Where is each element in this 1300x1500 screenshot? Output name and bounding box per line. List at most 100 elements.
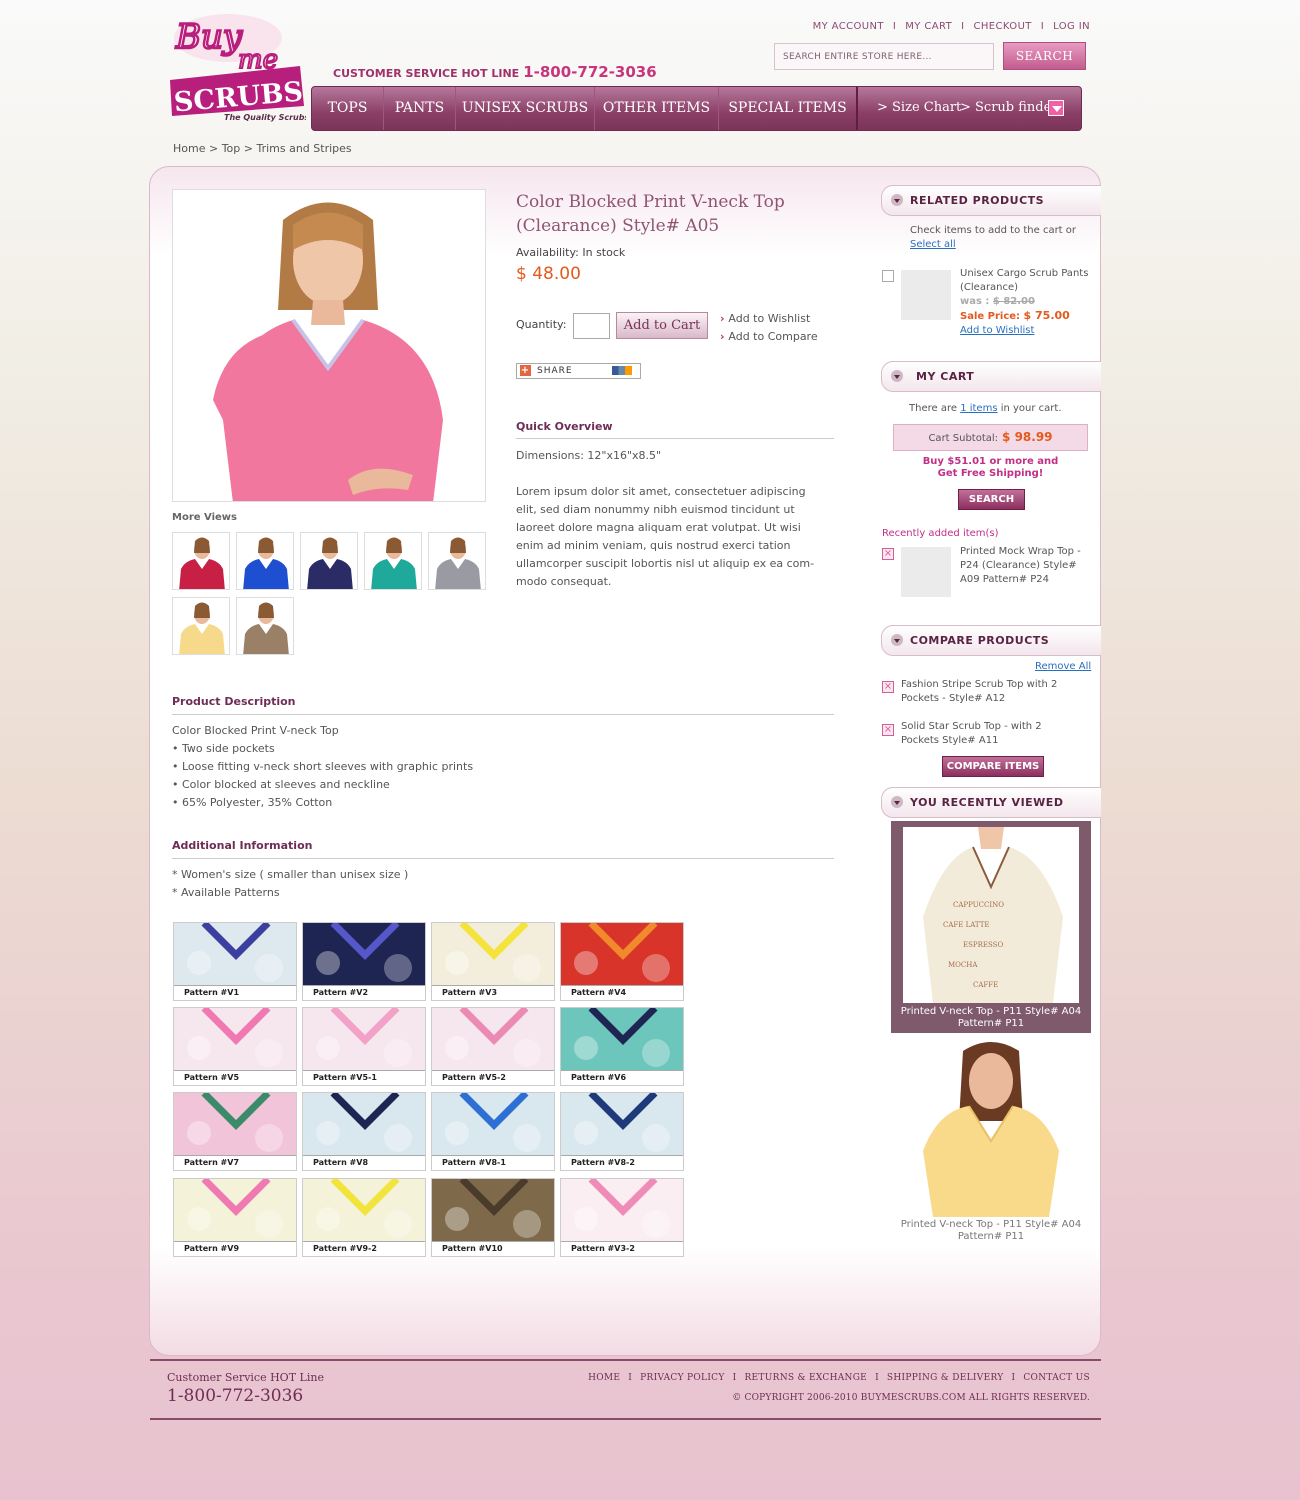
pattern-label: Pattern #V9-2 xyxy=(303,1241,425,1256)
pattern-swatch[interactable]: Pattern #V5-2 xyxy=(431,1007,555,1086)
recently-viewed-image[interactable] xyxy=(903,1041,1079,1217)
footer-returns-link[interactable]: RETURNS & EXCHANGE xyxy=(744,1373,867,1383)
related-intro: Check items to add to the cart or Select… xyxy=(910,224,1090,252)
remove-recent-icon[interactable]: × xyxy=(882,548,894,560)
recent-item-name[interactable]: Printed Mock Wrap Top - P24 (Clearance) … xyxy=(960,545,1090,587)
dropdown-arrow-icon[interactable] xyxy=(1048,100,1064,116)
select-all-link[interactable]: Select all xyxy=(910,239,956,250)
pattern-swatch[interactable]: Pattern #V6 xyxy=(560,1007,684,1086)
nav-other-items[interactable]: OTHER ITEMS xyxy=(595,87,719,130)
related-item-image[interactable] xyxy=(901,270,951,320)
nav-unisex-scrubs[interactable]: UNISEX SCRUBS xyxy=(456,87,595,130)
pattern-swatch[interactable]: Pattern #V2 xyxy=(302,922,426,1001)
pattern-label: Pattern #V6 xyxy=(561,1070,683,1085)
quick-overview-title: Quick Overview xyxy=(516,420,613,433)
recently-viewed-caption[interactable]: Printed V-neck Top - P11 Style# A04 Patt… xyxy=(891,1006,1091,1030)
quantity-label: Quantity: xyxy=(516,318,567,331)
pattern-swatch[interactable]: Pattern #V3 xyxy=(431,922,555,1001)
pattern-label: Pattern #V9 xyxy=(174,1241,296,1256)
footer-home-link[interactable]: HOME xyxy=(588,1373,620,1383)
size-chart-link[interactable]: > Size Chart xyxy=(877,87,961,130)
svg-text:CAFE LATTE: CAFE LATTE xyxy=(943,921,990,929)
was-label: was : xyxy=(960,296,990,307)
pattern-swatch[interactable]: Pattern #V10 xyxy=(431,1178,555,1257)
remove-all-link[interactable]: Remove All xyxy=(1035,661,1091,672)
compare-item[interactable]: Fashion Stripe Scrub Top with 2 Pockets … xyxy=(901,678,1081,706)
product-title: Color Blocked Print V-neck Top (Clearanc… xyxy=(516,192,785,236)
cart-text-post: in your cart. xyxy=(1000,403,1062,414)
description-list: Color Blocked Print V-neck Top • Two sid… xyxy=(172,722,473,812)
add-to-wishlist-link[interactable]: Add to Wishlist xyxy=(720,312,810,325)
compare-item[interactable]: Solid Star Scrub Top - with 2 Pockets St… xyxy=(901,720,1081,748)
share-label: SHARE xyxy=(537,366,573,376)
pattern-swatch[interactable]: Pattern #V8-2 xyxy=(560,1092,684,1171)
remove-compare-icon[interactable]: × xyxy=(882,724,894,736)
availability: Availability: In stock xyxy=(516,246,626,259)
pattern-swatch[interactable]: Pattern #V3-2 xyxy=(560,1178,684,1257)
divider xyxy=(516,438,834,439)
checkout-link[interactable]: CHECKOUT xyxy=(973,21,1031,32)
sale-price: $ 75.00 xyxy=(1023,309,1070,322)
recent-item-image[interactable] xyxy=(901,547,951,597)
compare-items-button[interactable]: COMPARE ITEMS xyxy=(942,756,1044,777)
add-to-cart-button[interactable]: Add to Cart xyxy=(616,312,708,339)
more-views-thumbnail[interactable] xyxy=(300,532,358,590)
recently-viewed-header: YOU RECENTLY VIEWED xyxy=(881,787,1101,818)
additional-info-title: Additional Information xyxy=(172,839,313,852)
my-cart-link[interactable]: MY CART xyxy=(905,21,952,32)
footer-shipping-link[interactable]: SHIPPING & DELIVERY xyxy=(887,1373,1004,1383)
add-to-compare-link[interactable]: Add to Compare xyxy=(720,330,817,343)
more-views-thumbnail[interactable] xyxy=(364,532,422,590)
search-input[interactable]: SEARCH ENTIRE STORE HERE... xyxy=(774,43,994,70)
pattern-swatch[interactable]: Pattern #V8 xyxy=(302,1092,426,1171)
log-in-link[interactable]: LOG IN xyxy=(1053,21,1090,32)
more-views-thumbnail[interactable] xyxy=(172,597,230,655)
recently-viewed-image[interactable]: CAPPUCCINO CAFE LATTE ESPRESSO MOCHA CAFFE xyxy=(903,827,1079,1003)
pattern-swatch[interactable]: Pattern #V4 xyxy=(560,922,684,1001)
footer-service-label: Customer Service HOT Line xyxy=(167,1371,324,1384)
hotline: CUSTOMER SERVICE HOT LINE 1-800-772-3036 xyxy=(333,63,657,81)
related-item-checkbox[interactable] xyxy=(882,270,894,282)
more-views-thumbnail[interactable] xyxy=(428,532,486,590)
my-cart-header: MY CART xyxy=(881,361,1101,392)
footer-contact-link[interactable]: CONTACT US xyxy=(1023,1373,1090,1383)
recently-viewed-caption[interactable]: Printed V-neck Top - P11 Style# A04 Patt… xyxy=(891,1219,1091,1243)
svg-text:CAPPUCCINO: CAPPUCCINO xyxy=(953,901,1004,909)
product-main-image[interactable] xyxy=(172,189,486,502)
share-button[interactable]: SHARE xyxy=(516,363,641,379)
additional-line: * Available Patterns xyxy=(172,886,280,899)
footer-privacy-link[interactable]: PRIVACY POLICY xyxy=(640,1373,724,1383)
pattern-swatch[interactable]: Pattern #V9-2 xyxy=(302,1178,426,1257)
hotline-label: CUSTOMER SERVICE HOT LINE xyxy=(333,67,520,80)
quantity-input[interactable] xyxy=(573,313,610,339)
site-logo[interactable]: Buy me SCRUBS The Quality Scrubs xyxy=(168,10,309,122)
cart-items-link[interactable]: 1 items xyxy=(960,403,997,414)
scrub-finder-link[interactable]: > Scrub finder xyxy=(960,87,1058,130)
cart-subtotal: Cart Subtotal: $ 98.99 xyxy=(893,424,1088,451)
related-products-header: RELATED PRODUCTS xyxy=(881,185,1101,216)
related-item-name[interactable]: Unisex Cargo Scrub Pants (Clearance) xyxy=(960,267,1090,295)
pattern-swatch[interactable]: Pattern #V1 xyxy=(173,922,297,1001)
cart-subtotal-value: $ 98.99 xyxy=(1002,430,1053,444)
pattern-swatch[interactable]: Pattern #V5 xyxy=(173,1007,297,1086)
more-views-thumbnail[interactable] xyxy=(236,532,294,590)
pattern-swatch[interactable]: Pattern #V7 xyxy=(173,1092,297,1171)
free-ship-line: Buy $51.01 or more and xyxy=(922,456,1059,467)
related-add-to-wishlist[interactable]: Add to Wishlist xyxy=(960,325,1034,336)
cart-search-button[interactable]: SEARCH xyxy=(958,489,1025,510)
more-views-thumbnail[interactable] xyxy=(236,597,294,655)
pattern-swatch[interactable]: Pattern #V8-1 xyxy=(431,1092,555,1171)
more-views-thumbnail[interactable] xyxy=(172,532,230,590)
nav-special-items[interactable]: SPECIAL ITEMS xyxy=(719,87,858,130)
pattern-swatch[interactable]: Pattern #V9 xyxy=(173,1178,297,1257)
remove-compare-icon[interactable]: × xyxy=(882,681,894,693)
pattern-swatch[interactable]: Pattern #V5-1 xyxy=(302,1007,426,1086)
nav-tops[interactable]: TOPS xyxy=(312,87,384,130)
nav-pants[interactable]: PANTS xyxy=(384,87,456,130)
search-button[interactable]: SEARCH xyxy=(1003,42,1086,70)
my-account-link[interactable]: MY ACCOUNT xyxy=(813,21,884,32)
product-price: $ 48.00 xyxy=(516,264,581,284)
pattern-label: Pattern #V3 xyxy=(432,985,554,1000)
description-line: • Loose fitting v-neck short sleeves wit… xyxy=(172,760,474,773)
dimensions: Dimensions: 12"x16"x8.5" xyxy=(516,449,662,462)
